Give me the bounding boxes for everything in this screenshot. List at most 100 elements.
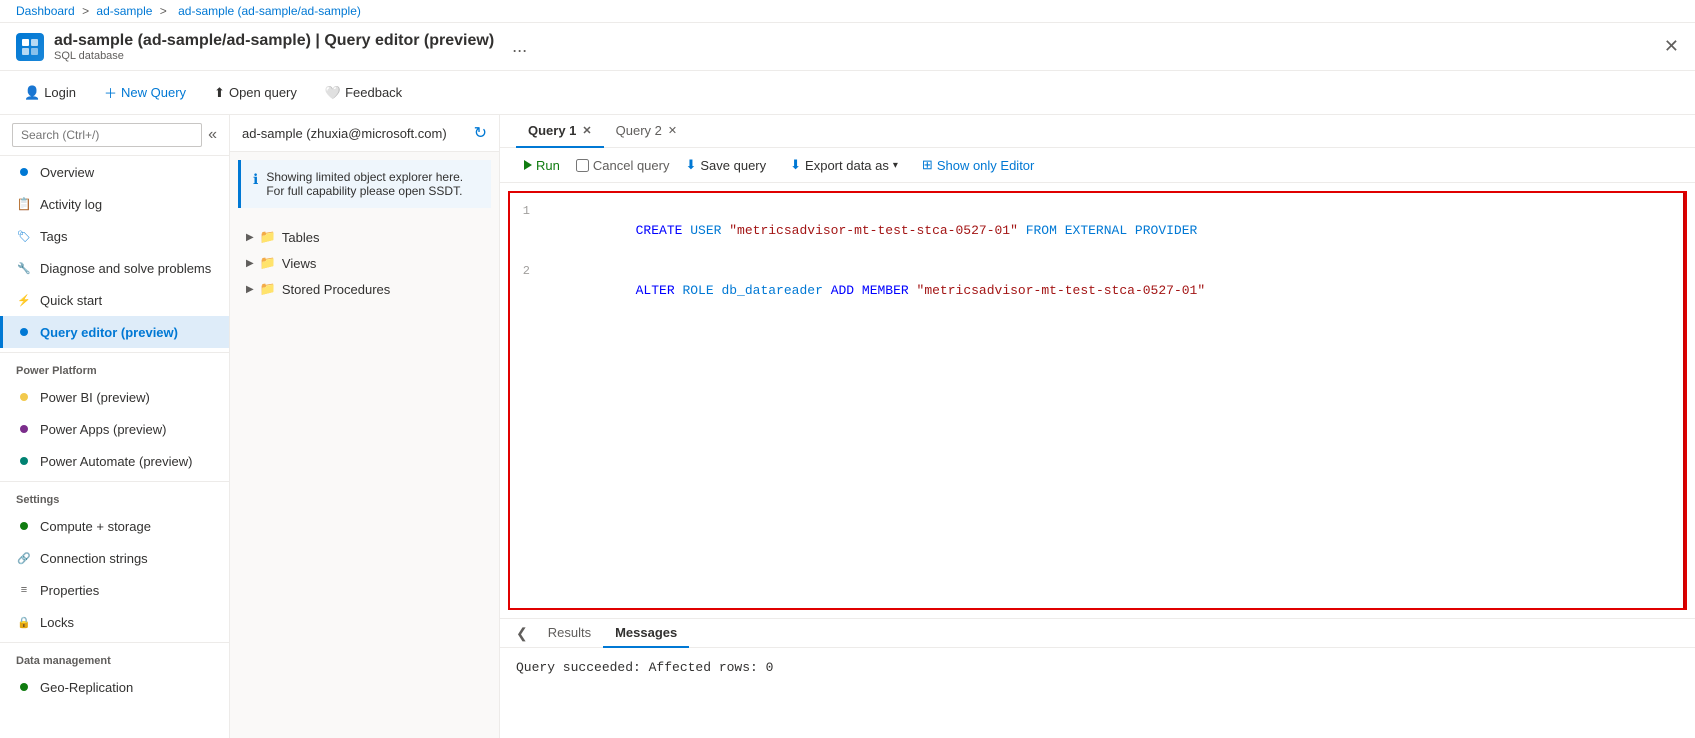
folder-icon-sp: 📁 — [260, 281, 276, 297]
section-power-platform: Power Platform — [0, 357, 229, 381]
collapse-results-button[interactable]: ❮ — [516, 625, 528, 642]
query-result-message: Query succeeded: Affected rows: 0 — [516, 660, 773, 675]
compute-icon — [16, 518, 32, 534]
sidebar-item-overview[interactable]: Overview — [0, 156, 229, 188]
cancel-query-label: Cancel query — [593, 158, 670, 173]
properties-icon: ≡ — [16, 582, 32, 598]
top-bar-left: ad-sample (ad-sample/ad-sample) | Query … — [16, 32, 527, 62]
results-tab-messages[interactable]: Messages — [603, 619, 689, 648]
sidebar-item-quickstart[interactable]: ⚡ Quick start — [0, 284, 229, 316]
plus-icon: ＋ — [104, 83, 117, 102]
geo-icon — [16, 679, 32, 695]
sidebar-item-activity-log[interactable]: 📋 Activity log — [0, 188, 229, 220]
line-number-2: 2 — [510, 261, 542, 281]
grid-icon: ⊞ — [922, 157, 933, 173]
info-icon: ℹ — [253, 171, 258, 198]
powerbi-icon — [16, 389, 32, 405]
sidebar-item-compute[interactable]: Compute + storage — [0, 510, 229, 542]
oe-info-box: ℹ Showing limited object explorer here. … — [238, 160, 491, 208]
sidebar: « Overview 📋 Activity log 🏷 Tags 🔧 Diagn… — [0, 115, 230, 738]
breadcrumb-ad-sample[interactable]: ad-sample — [96, 4, 152, 18]
sidebar-item-diagnose[interactable]: 🔧 Diagnose and solve problems — [0, 252, 229, 284]
feedback-button[interactable]: 🤍 Feedback — [317, 81, 410, 105]
export-dropdown-icon: ▾ — [893, 160, 898, 171]
folder-icon-tables: 📁 — [260, 229, 276, 245]
breadcrumb: Dashboard > ad-sample > ad-sample (ad-sa… — [0, 0, 1695, 23]
code-editor[interactable]: 1 CREATE USER "metricsadvisor-mt-test-st… — [508, 191, 1687, 610]
search-input[interactable] — [12, 123, 202, 147]
sidebar-item-query-editor[interactable]: Query editor (preview) — [0, 316, 229, 348]
results-tab-results[interactable]: Results — [536, 619, 603, 648]
object-explorer: ad-sample (zhuxia@microsoft.com) ↻ ℹ Sho… — [230, 115, 500, 738]
breadcrumb-dashboard[interactable]: Dashboard — [16, 4, 75, 18]
breadcrumb-current: ad-sample (ad-sample/ad-sample) — [178, 4, 361, 18]
new-query-button[interactable]: ＋ New Query — [96, 79, 194, 106]
oe-tree-label-views: Views — [282, 256, 316, 271]
top-bar: ad-sample (ad-sample/ad-sample) | Query … — [0, 23, 1695, 71]
sidebar-item-geo-replication[interactable]: Geo-Replication — [0, 671, 229, 703]
run-triangle-icon — [524, 160, 532, 170]
oe-info-text: Showing limited object explorer here. Fo… — [266, 170, 479, 198]
collapse-sidebar-button[interactable]: « — [208, 126, 217, 144]
login-button[interactable]: 👤 Login — [16, 81, 84, 105]
code-line-2: 2 ALTER ROLE db_datareader ADD MEMBER "m… — [510, 261, 1685, 321]
query-tab-1[interactable]: Query 1 ✕ — [516, 115, 604, 148]
queryeditor-icon — [16, 324, 32, 340]
run-button[interactable]: Run — [516, 155, 568, 176]
code-line-1: 1 CREATE USER "metricsadvisor-mt-test-st… — [510, 201, 1685, 261]
app-subtitle: SQL database — [54, 50, 494, 62]
results-content: Query succeeded: Affected rows: 0 — [500, 648, 1695, 687]
query-tab-1-close[interactable]: ✕ — [582, 124, 591, 137]
export-icon: ⬇ — [790, 157, 801, 173]
main-toolbar: 👤 Login ＋ New Query ⬆ Open query 🤍 Feedb… — [0, 71, 1695, 115]
folder-icon-views: 📁 — [260, 255, 276, 271]
person-icon: 👤 — [24, 85, 40, 101]
sidebar-search-container: « — [0, 115, 229, 156]
powerapps-icon — [16, 421, 32, 437]
sidebar-item-powerbi[interactable]: Power BI (preview) — [0, 381, 229, 413]
sidebar-item-connection-strings[interactable]: 🔗 Connection strings — [0, 542, 229, 574]
activity-icon: 📋 — [16, 196, 32, 212]
code-content-2: ALTER ROLE db_datareader ADD MEMBER "met… — [542, 261, 1205, 321]
diagnose-icon: 🔧 — [16, 260, 32, 276]
upload-icon: ⬆ — [214, 85, 225, 101]
section-data-management: Data management — [0, 647, 229, 671]
tags-icon: 🏷 — [16, 228, 32, 244]
right-border-indicator — [1683, 193, 1685, 608]
show-editor-button[interactable]: ⊞ Show only Editor — [914, 154, 1042, 176]
save-query-button[interactable]: ⬇ Save query — [677, 154, 774, 176]
powerautomate-icon — [16, 453, 32, 469]
query-tab-2[interactable]: Query 2 ✕ — [604, 115, 689, 148]
oe-refresh-button[interactable]: ↻ — [474, 123, 487, 143]
connection-icon: 🔗 — [16, 550, 32, 566]
oe-tree-views[interactable]: ▶ 📁 Views — [238, 250, 491, 276]
export-data-button[interactable]: ⬇ Export data as ▾ — [782, 154, 906, 176]
sidebar-item-tags[interactable]: 🏷 Tags — [0, 220, 229, 252]
cancel-query-checkbox[interactable] — [576, 159, 589, 172]
cancel-query-group: Cancel query — [576, 158, 670, 173]
sidebar-item-powerapps[interactable]: Power Apps (preview) — [0, 413, 229, 445]
sidebar-item-locks[interactable]: 🔒 Locks — [0, 606, 229, 638]
quickstart-icon: ⚡ — [16, 292, 32, 308]
sidebar-item-properties[interactable]: ≡ Properties — [0, 574, 229, 606]
query-tab-2-close[interactable]: ✕ — [668, 124, 677, 137]
oe-tree-stored-procedures[interactable]: ▶ 📁 Stored Procedures — [238, 276, 491, 302]
oe-tree-tables[interactable]: ▶ 📁 Tables — [238, 224, 491, 250]
open-query-button[interactable]: ⬆ Open query — [206, 81, 305, 105]
oe-toolbar: ad-sample (zhuxia@microsoft.com) ↻ — [230, 115, 499, 152]
divider-2 — [0, 481, 229, 482]
content-area: ad-sample (zhuxia@microsoft.com) ↻ ℹ Sho… — [230, 115, 1695, 738]
heart-icon: 🤍 — [325, 85, 341, 101]
editor-toolbar: Run Cancel query ⬇ Save query ⬇ Export d… — [500, 148, 1695, 183]
divider-3 — [0, 642, 229, 643]
close-button[interactable]: ✕ — [1664, 36, 1679, 57]
results-section: ❮ Results Messages Query succeeded: Affe… — [500, 618, 1695, 738]
oe-tree-label-sp: Stored Procedures — [282, 282, 390, 297]
overview-icon — [16, 164, 32, 180]
sidebar-item-powerautomate[interactable]: Power Automate (preview) — [0, 445, 229, 477]
query-panel: Query 1 ✕ Query 2 ✕ Run Cancel query — [500, 115, 1695, 738]
app-icon — [16, 33, 44, 61]
divider-1 — [0, 352, 229, 353]
locks-icon: 🔒 — [16, 614, 32, 630]
more-options-button[interactable]: ... — [512, 36, 527, 57]
